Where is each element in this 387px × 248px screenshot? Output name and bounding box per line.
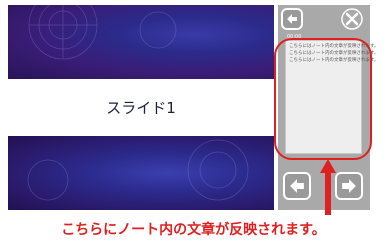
next-slide-button[interactable] bbox=[335, 172, 363, 200]
slide-preview: スライド1 bbox=[8, 5, 274, 210]
arrow-left-icon bbox=[290, 179, 304, 193]
arrow-right-icon bbox=[342, 179, 356, 193]
previous-slide-button[interactable] bbox=[283, 172, 311, 200]
close-button[interactable] bbox=[341, 8, 363, 30]
back-button[interactable] bbox=[281, 8, 303, 30]
arrow-left-icon bbox=[287, 14, 297, 24]
close-icon bbox=[341, 8, 363, 30]
caption-text: こちらにノート内の文章が反映されます。 bbox=[61, 222, 326, 238]
arrow-up-icon bbox=[320, 159, 336, 215]
notes-highlight bbox=[274, 38, 372, 160]
slide-title: スライド1 bbox=[106, 99, 176, 117]
